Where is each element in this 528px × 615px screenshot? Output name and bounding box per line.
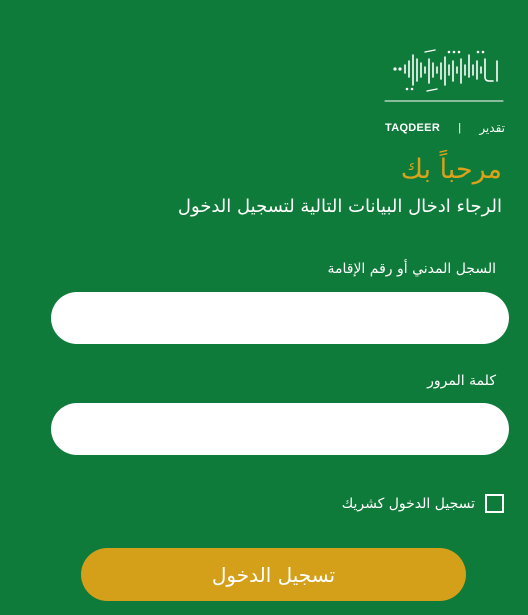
password-input[interactable]	[51, 403, 509, 455]
id-number-label: السجل المدني أو رقم الإقامة	[327, 261, 496, 277]
taqdeer-wordmark-icon	[384, 49, 504, 102]
partner-login-label[interactable]: تسجيل الدخول كشريك	[342, 496, 475, 512]
welcome-title: مرحباً بك	[400, 154, 502, 185]
logo-separator: |	[458, 122, 462, 134]
partner-login-checkbox[interactable]	[485, 494, 504, 513]
password-label: كلمة المرور	[427, 373, 496, 389]
login-instructions: الرجاء ادخال البيانات التالية لتسجيل الد…	[177, 196, 502, 217]
login-button[interactable]: تسجيل الدخول	[81, 548, 466, 601]
logo-latin-text: TAQDEER	[385, 122, 441, 134]
partner-login-option[interactable]: تسجيل الدخول كشريك	[342, 494, 504, 513]
taqdeer-logo: TAQDEER | تقدير	[383, 20, 505, 135]
logo-arabic-text: تقدير	[479, 121, 505, 135]
logo-caption: TAQDEER | تقدير	[385, 120, 505, 136]
id-number-input[interactable]	[51, 292, 509, 344]
